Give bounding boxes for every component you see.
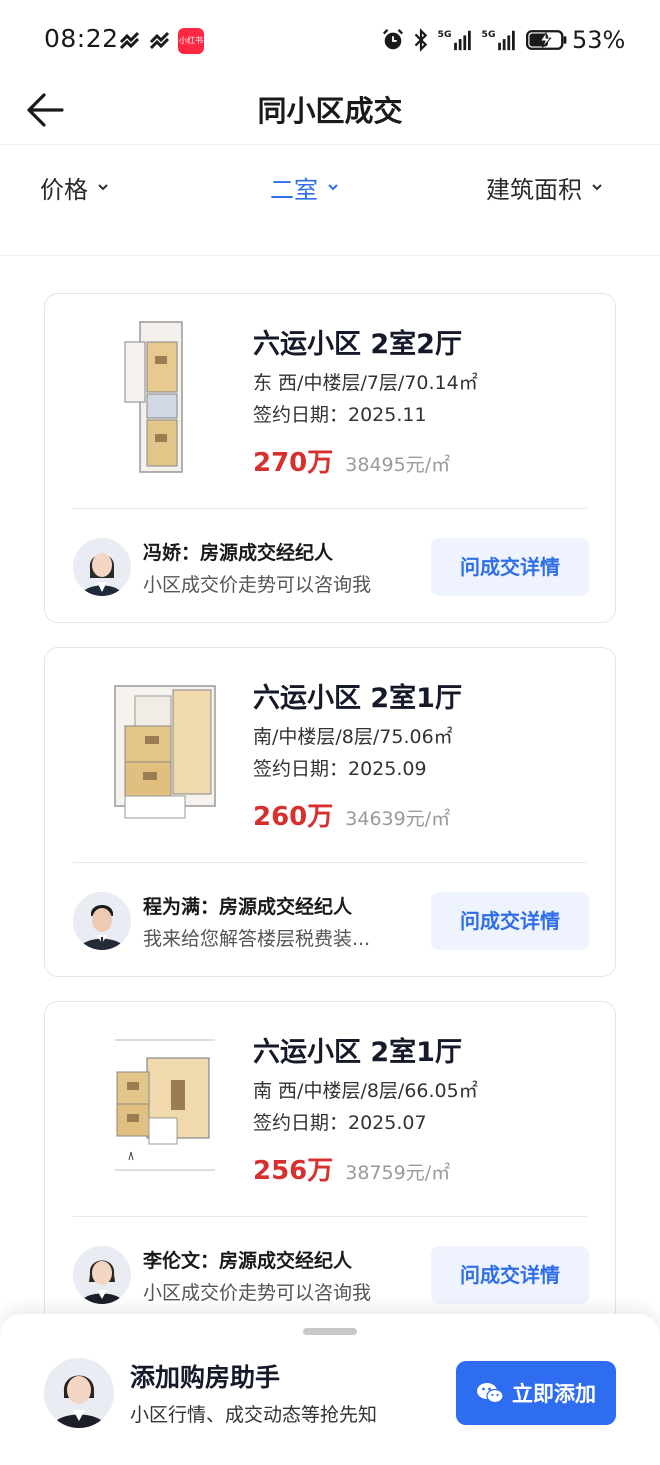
filter-area[interactable]: 建筑面积 — [486, 165, 604, 209]
agent-avatar[interactable] — [73, 538, 131, 596]
floorplan-image — [124, 321, 183, 473]
add-button-label: 立即添加 — [512, 1382, 596, 1406]
listing-sign-date: 签约日期：2025.07 — [253, 1112, 427, 1134]
divider — [73, 508, 587, 509]
signal-icon: 5G — [482, 29, 515, 51]
listing-card[interactable]: 六运小区 2室1厅 南/中楼层/8层/75.06㎡ 签约日期：2025.09 2… — [44, 647, 616, 977]
listing-sign-date: 签约日期：2025.09 — [253, 758, 427, 780]
total-price: 270万 — [253, 448, 334, 478]
agent-message: 我来给您解答楼层税费装... — [143, 928, 371, 950]
battery-icon — [525, 30, 567, 50]
page-title: 同小区成交 — [257, 94, 403, 128]
assistant-title: 添加购房助手 — [130, 1363, 281, 1392]
listing-sign-date: 签约日期：2025.11 — [253, 404, 427, 426]
agent-name: 程为满：房源成交经纪人 — [143, 896, 353, 918]
drag-handle[interactable] — [303, 1328, 357, 1335]
ask-details-button[interactable]: 问成交详情 — [431, 538, 589, 596]
filter-bar: 价格 二室 建筑面积 — [0, 145, 660, 255]
assistant-bottom-sheet: 添加购房助手 小区行情、成交动态等抢先知 立即添加 — [0, 1314, 660, 1465]
listing-attributes: 东 西/中楼层/7层/70.14㎡ — [253, 372, 478, 394]
avatar-icon — [73, 1246, 131, 1304]
assistant-subtitle: 小区行情、成交动态等抢先知 — [130, 1404, 378, 1426]
agent-avatar[interactable] — [73, 892, 131, 950]
alarm-icon — [382, 29, 404, 50]
filter-rooms[interactable]: 二室 — [270, 165, 340, 209]
avatar-icon — [73, 538, 131, 596]
listing-card[interactable]: 六运小区 2室1厅 南 西/中楼层/8层/66.05㎡ 签约日期：2025.07… — [44, 1001, 616, 1331]
app-badge: 小红书 — [178, 28, 204, 54]
total-price: 260万 — [253, 802, 334, 832]
divider — [73, 862, 587, 863]
assistant-avatar — [44, 1358, 114, 1428]
total-price: 256万 — [253, 1156, 334, 1186]
battery-percent: 53% — [572, 26, 626, 54]
network-label: 5G — [482, 29, 496, 40]
agent-name: 李伦文：房源成交经纪人 — [143, 1250, 353, 1272]
ask-details-button[interactable]: 问成交详情 — [431, 1246, 589, 1304]
divider — [73, 1216, 587, 1217]
filter-label: 建筑面积 — [486, 175, 582, 204]
floorplan-image — [115, 1039, 215, 1171]
avatar-icon — [73, 892, 131, 950]
floorplan-image — [114, 685, 216, 819]
avatar-icon — [44, 1358, 114, 1428]
price-row: 270万 38495元/㎡ — [253, 442, 450, 479]
agent-avatar[interactable] — [73, 1246, 131, 1304]
notification-icon — [119, 31, 140, 50]
agent-message: 小区成交价走势可以咨询我 — [143, 574, 372, 596]
chevron-down-icon — [328, 184, 338, 191]
listing-attributes: 南 西/中楼层/8层/66.05㎡ — [253, 1080, 478, 1102]
price-row: 260万 34639元/㎡ — [253, 796, 450, 833]
listing-title: 六运小区 2室1厅 — [253, 1037, 462, 1068]
status-time: 08:22 — [44, 24, 119, 53]
filter-label: 二室 — [270, 175, 318, 204]
filter-label: 价格 — [40, 175, 88, 204]
filter-price[interactable]: 价格 — [40, 165, 110, 209]
ask-details-button[interactable]: 问成交详情 — [431, 892, 589, 950]
unit-price: 38759元/㎡ — [345, 1162, 451, 1184]
nav-header: 同小区成交 — [0, 80, 660, 144]
wechat-icon — [477, 1383, 504, 1404]
agent-name: 冯娇：房源成交经纪人 — [143, 542, 334, 564]
notification-icon — [149, 31, 170, 50]
signal-icon: 5G — [438, 29, 471, 51]
status-bar: 08:22 小红书 5G 5G 53% — [0, 0, 660, 80]
agent-message: 小区成交价走势可以咨询我 — [143, 1282, 372, 1304]
price-row: 256万 38759元/㎡ — [253, 1150, 450, 1187]
divider — [0, 255, 660, 256]
add-assistant-button[interactable]: 立即添加 — [456, 1361, 616, 1425]
listing-title: 六运小区 2室1厅 — [253, 683, 462, 714]
listing-title: 六运小区 2室2厅 — [253, 329, 462, 360]
network-label: 5G — [438, 29, 452, 40]
listing-card[interactable]: 六运小区 2室2厅 东 西/中楼层/7层/70.14㎡ 签约日期：2025.11… — [44, 293, 616, 623]
chevron-down-icon — [592, 184, 602, 191]
unit-price: 38495元/㎡ — [345, 454, 451, 476]
unit-price: 34639元/㎡ — [345, 808, 451, 830]
bluetooth-icon — [414, 28, 428, 52]
chevron-down-icon — [98, 184, 108, 191]
listing-attributes: 南/中楼层/8层/75.06㎡ — [253, 726, 453, 748]
